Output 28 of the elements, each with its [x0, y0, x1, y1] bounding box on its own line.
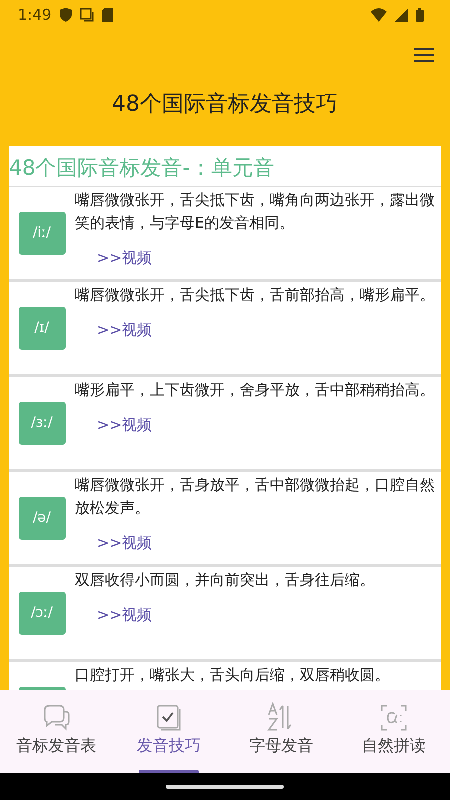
checkbox-icon: [156, 704, 182, 732]
signal-icon: [395, 8, 408, 22]
video-link[interactable]: >>视频: [97, 534, 152, 553]
nav-tab[interactable]: 自然拼读: [338, 690, 450, 773]
alpha-frame-icon: [380, 704, 408, 732]
status-time: 1:49: [18, 6, 52, 24]
window-icon: [80, 8, 94, 22]
nav-tab[interactable]: 发音技巧: [112, 690, 225, 773]
wifi-icon: [371, 8, 387, 22]
sd-card-icon: [102, 8, 113, 22]
page-title: 48个国际音标发音技巧: [111, 91, 339, 119]
menu-icon[interactable]: [414, 47, 434, 63]
description-text: 口腔打开，嘴张大，舌头向后缩，双唇稍收圆。: [75, 665, 391, 686]
video-link[interactable]: >>视频: [97, 606, 152, 625]
video-link[interactable]: >>视频: [97, 321, 152, 340]
nav-tab[interactable]: 音标发音表: [0, 690, 112, 773]
description-text: 嘴唇微微张开，舌身放平，舌中部微微抬起，口腔自然放松发声。: [75, 475, 435, 519]
description-text: 嘴唇微微张开，舌尖抵下齿，舌前部抬高，嘴形扁平。: [75, 285, 435, 306]
section-heading: 48个国际音标发音-：单元音: [9, 146, 441, 187]
battery-icon: [416, 8, 424, 22]
description-text: 嘴形扁平，上下齿微开，舍身平放，舌中部稍稍抬高。: [75, 380, 435, 401]
video-link[interactable]: >>视频: [97, 249, 152, 268]
home-indicator[interactable]: [166, 784, 284, 788]
nav-tab[interactable]: 字母发音: [225, 690, 338, 773]
shield-icon: [60, 8, 72, 22]
description-text: 嘴唇微微张开，舌尖抵下齿，嘴角向两边张开，露出微笑的表情，与字母E的发音相同。: [75, 190, 435, 234]
video-link[interactable]: >>视频: [97, 416, 152, 435]
description-text: 双唇收得小而圆，并向前突出，舌身往后缩。: [75, 570, 376, 591]
